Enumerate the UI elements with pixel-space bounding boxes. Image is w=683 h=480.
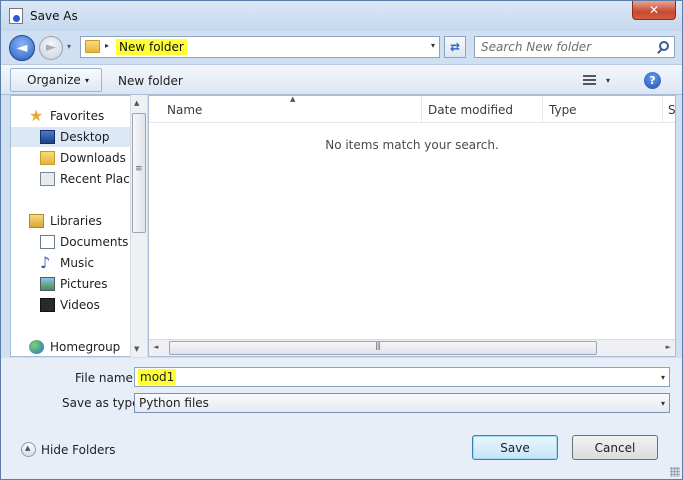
close-button[interactable]: ✕: [632, 1, 676, 20]
title-bar: Save As ✕: [1, 1, 682, 31]
file-name-dropdown-icon[interactable]: ▾: [661, 373, 665, 382]
sidebar-item-label: Music: [60, 256, 95, 270]
sidebar-item-libraries[interactable]: Libraries: [11, 211, 132, 231]
column-header-date-modified[interactable]: Date modified: [428, 103, 513, 117]
sidebar-item-label: Favorites: [50, 109, 105, 123]
breadcrumb-new-folder[interactable]: New folder: [116, 39, 187, 55]
sidebar-item-homegroup[interactable]: Homegroup: [11, 337, 132, 357]
breadcrumb-separator-icon[interactable]: ▸: [105, 41, 109, 50]
recent-pages-dropdown-icon[interactable]: ▾: [67, 42, 71, 51]
column-divider[interactable]: [542, 96, 543, 122]
folder-icon: [85, 40, 100, 53]
sidebar-item-label: Downloads: [60, 151, 126, 165]
view-options-chevron-icon[interactable]: ▾: [606, 76, 610, 85]
address-dropdown-icon[interactable]: ▾: [431, 41, 435, 50]
save-as-type-label: Save as type:: [62, 396, 144, 410]
column-divider[interactable]: [662, 96, 663, 122]
sidebar-item-documents[interactable]: Documents: [11, 232, 132, 252]
sidebar-item-pictures[interactable]: Pictures: [11, 274, 132, 294]
scroll-left-icon[interactable]: ◄: [153, 343, 158, 351]
empty-list-message: No items match your search.: [325, 138, 499, 152]
recent-places-icon: [40, 172, 55, 186]
search-box: [474, 36, 675, 58]
save-as-type-select[interactable]: Python files ▾: [134, 393, 670, 413]
save-options-area: File name: mod1 ▾ Save as type: Python f…: [1, 358, 682, 479]
column-header-type[interactable]: Type: [549, 103, 577, 117]
navigation-pane-scrollbar[interactable]: ▲ ▼: [130, 95, 147, 357]
organize-button[interactable]: Organize ▾: [10, 68, 102, 92]
sidebar-item-label: Homegroup: [50, 340, 121, 354]
resize-grip-icon[interactable]: [670, 467, 680, 477]
close-icon: ✕: [648, 3, 660, 17]
sidebar-item-label: Documents: [60, 235, 129, 249]
navigation-bar: ◄ ► ▾ ▸ New folder ▾ ⇄: [1, 31, 682, 63]
refresh-button[interactable]: ⇄: [444, 36, 466, 58]
column-header-name[interactable]: Name: [167, 103, 202, 117]
new-folder-button[interactable]: New folder: [118, 74, 183, 88]
file-name-field[interactable]: mod1 ▾: [134, 367, 670, 387]
sidebar-item-label: Recent Places: [60, 172, 132, 186]
save-as-type-value: Python files: [139, 396, 209, 410]
sidebar-item-label: Pictures: [60, 277, 108, 291]
downloads-icon: [40, 151, 55, 165]
file-list-pane: ▲ Name Date modified Type Size No items …: [148, 95, 676, 357]
sidebar-item-music[interactable]: Music: [11, 253, 132, 273]
sidebar-item-label: Videos: [60, 298, 100, 312]
chevron-down-icon: ▾: [84, 76, 89, 85]
python-file-icon: [9, 8, 23, 24]
pictures-icon: [40, 277, 55, 291]
organize-label: Organize: [27, 73, 81, 87]
scrollbar-thumb[interactable]: [169, 341, 597, 355]
column-header-row: ▲ Name Date modified Type Size: [149, 95, 676, 123]
help-icon[interactable]: ?: [644, 72, 661, 89]
view-details-icon[interactable]: [583, 75, 596, 86]
save-as-dialog: Save As ✕ ◄ ► ▾ ▸ New folder ▾ ⇄ Organiz…: [0, 0, 683, 480]
music-icon: [40, 256, 55, 270]
sidebar-item-downloads[interactable]: Downloads: [11, 148, 132, 168]
star-icon: [29, 109, 44, 123]
cancel-button[interactable]: Cancel: [572, 435, 658, 460]
forward-button[interactable]: ►: [39, 36, 63, 60]
navigation-pane: Favorites Desktop Downloads Recent Place…: [10, 95, 147, 357]
scroll-right-icon[interactable]: ►: [666, 343, 671, 351]
sidebar-item-videos[interactable]: Videos: [11, 295, 132, 315]
sidebar-item-desktop[interactable]: Desktop: [11, 127, 132, 147]
scroll-up-icon[interactable]: ▲: [134, 99, 139, 107]
file-name-value[interactable]: mod1: [138, 369, 177, 385]
sidebar-item-favorites[interactable]: Favorites: [11, 106, 132, 126]
refresh-icon: ⇄: [449, 40, 461, 54]
window-title: Save As: [30, 9, 78, 23]
videos-icon: [40, 298, 55, 312]
file-name-label: File name:: [75, 371, 137, 385]
command-toolbar: Organize ▾ New folder ▾ ?: [1, 64, 682, 95]
back-button[interactable]: ◄: [9, 35, 35, 61]
libraries-icon: [29, 214, 44, 228]
homegroup-icon: [29, 340, 44, 354]
collapse-icon: [21, 442, 36, 457]
sidebar-item-label: Desktop: [60, 130, 110, 144]
desktop-icon: [40, 130, 55, 144]
horizontal-scrollbar[interactable]: ◄ ►: [149, 339, 675, 356]
address-bar[interactable]: ▸ New folder ▾: [80, 36, 440, 58]
column-header-size[interactable]: Size: [668, 103, 676, 117]
column-divider[interactable]: [421, 96, 422, 122]
scrollbar-thumb[interactable]: [132, 113, 146, 233]
save-button[interactable]: Save: [472, 435, 558, 460]
forward-arrow-icon: ►: [46, 40, 56, 55]
sort-ascending-icon: ▲: [290, 95, 296, 103]
hide-folders-label: Hide Folders: [41, 443, 116, 457]
sidebar-item-recent-places[interactable]: Recent Places: [11, 169, 132, 189]
chevron-down-icon: ▾: [660, 399, 665, 408]
scroll-down-icon[interactable]: ▼: [134, 345, 139, 353]
documents-icon: [40, 235, 55, 249]
back-arrow-icon: ◄: [16, 40, 28, 56]
sidebar-item-label: Libraries: [50, 214, 102, 228]
search-icon[interactable]: [659, 41, 669, 51]
search-input[interactable]: [475, 37, 656, 57]
